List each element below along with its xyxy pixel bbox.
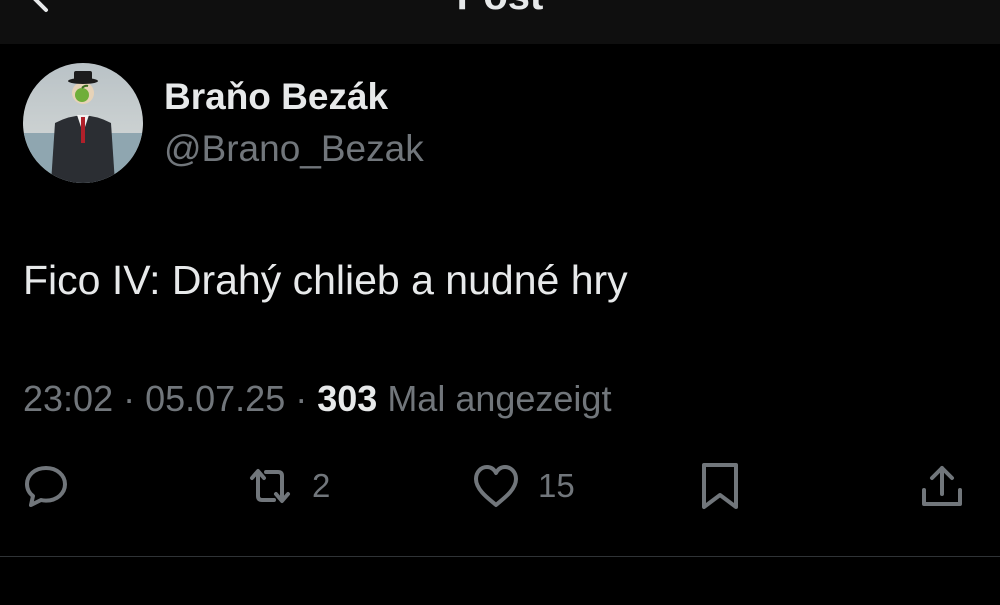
bookmark-button[interactable] [694,460,746,512]
views-label[interactable]: Mal angezeigt [377,378,611,419]
reply-button[interactable] [20,460,72,512]
repost-count: 2 [312,467,331,504]
avatar-image [23,63,143,183]
like-count: 15 [538,467,575,504]
bookmark-icon [702,463,738,509]
views-count[interactable]: 303 [317,378,377,419]
reply-icon [25,466,67,507]
avatar[interactable] [23,63,143,183]
heart-icon [474,465,518,507]
post-date[interactable]: 05.07.25 [145,378,285,419]
separator: · [113,378,146,419]
share-icon [922,466,962,506]
like-button[interactable]: 15 [470,460,575,512]
post-meta: 23:02 · 05.07.25 · 303 Mal angezeigt [23,378,611,420]
separator: · [285,378,318,419]
repost-button[interactable]: 2 [244,460,330,512]
page-title: Post [0,0,1000,19]
repost-icon [250,469,290,503]
post-text: Fico IV: Drahý chlieb a nudné hry [23,257,628,303]
author-name[interactable]: Braňo Bezák [164,76,388,118]
top-bar: Post [0,0,1000,44]
share-button[interactable] [916,460,968,512]
divider [0,556,1000,557]
author-handle[interactable]: @Brano_Bezak [164,128,424,170]
post-time[interactable]: 23:02 [23,378,113,419]
